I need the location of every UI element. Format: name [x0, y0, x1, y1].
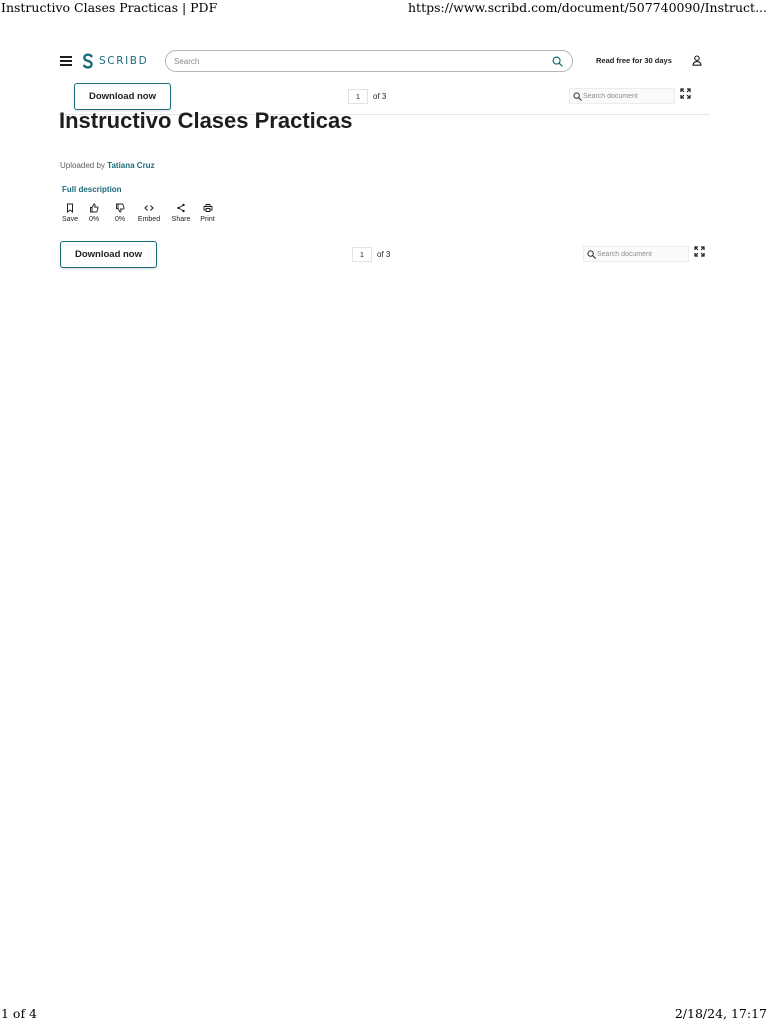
- search-icon: [573, 91, 582, 101]
- full-description-link[interactable]: Full description: [62, 185, 122, 194]
- page-navigator: 1 of 3: [352, 247, 390, 262]
- dislike-percentage: 0%: [114, 216, 126, 223]
- author-link[interactable]: Tatiana Cruz: [107, 161, 154, 170]
- document-search-input-top[interactable]: [583, 92, 673, 100]
- print-button[interactable]: Print: [198, 201, 217, 223]
- uploaded-by: Uploaded by Tatiana Cruz: [60, 161, 155, 170]
- search-input[interactable]: [174, 54, 534, 68]
- scribd-logo-icon: [83, 53, 93, 69]
- bookmark-icon: [67, 203, 73, 213]
- print-label: Print: [200, 216, 215, 223]
- page-number-input[interactable]: 1: [352, 247, 372, 262]
- top-navigation: SCRIBD Read free for 30 days: [58, 48, 710, 74]
- document-toolbar: Download now 1 of 3: [58, 241, 710, 269]
- page-number-input-top[interactable]: 1: [348, 89, 368, 104]
- save-button[interactable]: Save: [60, 201, 80, 223]
- thumbs-down-icon: [116, 203, 125, 213]
- menu-icon[interactable]: [60, 56, 72, 66]
- embed-button[interactable]: Embed: [137, 201, 161, 223]
- code-icon: [144, 205, 154, 211]
- document-search-top[interactable]: [569, 88, 675, 104]
- print-header-url: https://www.scribd.com/document/50774009…: [408, 0, 767, 15]
- like-percentage: 0%: [88, 216, 100, 223]
- print-icon: [203, 204, 212, 212]
- share-icon: [177, 203, 185, 213]
- search-icon: [587, 249, 596, 259]
- document-search-input[interactable]: [597, 250, 687, 258]
- print-footer-date: 2/18/24, 17:17: [674, 1006, 767, 1021]
- scribd-logo[interactable]: SCRIBD: [82, 53, 148, 69]
- dislike-button[interactable]: 0%: [112, 201, 128, 223]
- uploaded-by-label: Uploaded by: [60, 161, 105, 170]
- page-navigator-top: 1 of 3: [348, 89, 386, 104]
- print-header-title: Instructivo Clases Practicas | PDF: [1, 0, 218, 15]
- search-icon[interactable]: [552, 56, 563, 67]
- share-button[interactable]: Share: [170, 201, 192, 223]
- page-total-top: of 3: [373, 92, 387, 101]
- print-footer: 1 of 4 2/18/24, 17:17: [0, 1006, 768, 1024]
- document-search[interactable]: [583, 246, 689, 262]
- expand-icon[interactable]: [680, 88, 691, 99]
- expand-icon[interactable]: [694, 246, 705, 257]
- page-total: of 3: [377, 250, 391, 259]
- user-icon[interactable]: [692, 55, 702, 66]
- print-footer-page: 1 of 4: [1, 1006, 38, 1021]
- read-free-link[interactable]: Read free for 30 days: [596, 56, 672, 65]
- print-header: Instructivo Clases Practicas | PDF https…: [0, 0, 768, 16]
- embed-label: Embed: [137, 216, 161, 223]
- save-label: Save: [62, 216, 78, 223]
- like-button[interactable]: 0%: [86, 201, 102, 223]
- logo-text: SCRIBD: [99, 55, 149, 67]
- thumbs-up-icon: [90, 203, 99, 213]
- download-button[interactable]: Download now: [60, 241, 157, 268]
- download-button-top[interactable]: Download now: [74, 83, 171, 110]
- share-label: Share: [171, 216, 191, 223]
- search-bar[interactable]: [165, 50, 573, 72]
- document-title: Instructivo Clases Practicas: [59, 108, 353, 133]
